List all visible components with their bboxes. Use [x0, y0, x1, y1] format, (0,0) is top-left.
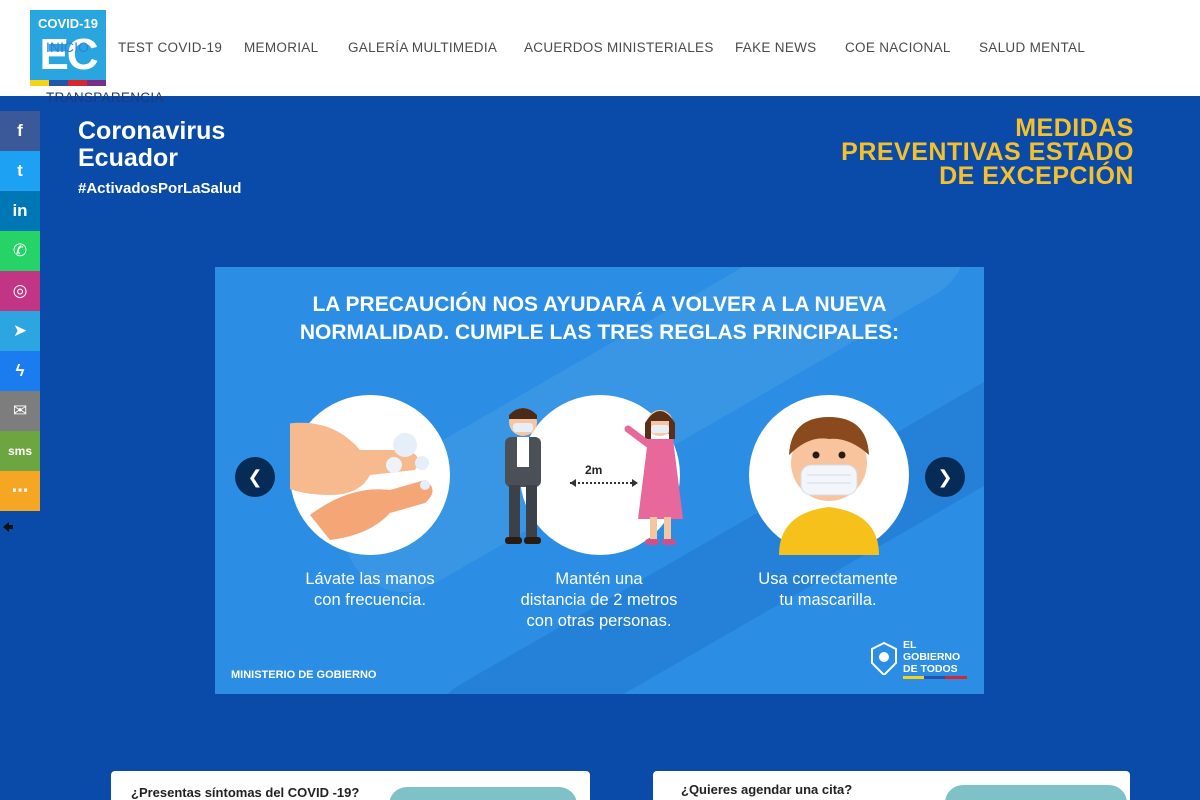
facebook-share-button[interactable]: f — [0, 111, 40, 151]
gov-line-3: DE TODOS — [903, 663, 958, 675]
nav-acuerdos-ministeriales[interactable]: ACUERDOS MINISTERIALES — [524, 40, 714, 55]
twitter-share-button[interactable]: t — [0, 151, 40, 191]
caption-mask: Usa correctamente tu mascarilla. — [718, 569, 938, 611]
logo-stripe-red — [68, 80, 87, 86]
ministry-label: MINISTERIO DE GOBIERNO — [231, 669, 377, 681]
more-share-button[interactable]: ⋯ — [0, 471, 40, 511]
whatsapp-icon: ✆ — [12, 241, 28, 260]
symptoms-question: ¿Presentas síntomas del COVID -19? — [131, 785, 360, 800]
telegram-share-button[interactable]: ➤ — [0, 311, 40, 351]
caption-distance: Mantén una distancia de 2 metros con otr… — [489, 569, 709, 632]
share-icon: ⋯ — [11, 481, 29, 500]
caption-line: con otras personas. — [526, 612, 672, 630]
email-icon: ✉ — [12, 401, 28, 420]
logo-top-text: COVID-19 — [38, 16, 98, 31]
brand-line-ecuador: Ecuador — [78, 144, 179, 172]
slide-title-line-2: NORMALIDAD. CUMPLE LAS TRES REGLAS PRINC… — [299, 321, 900, 344]
logo-stripe-blue — [49, 80, 68, 86]
mask-illustration — [749, 395, 909, 555]
caption-line: Mantén una — [555, 570, 643, 588]
hands-icon — [280, 422, 433, 540]
linkedin-share-button[interactable]: in — [0, 191, 40, 231]
measures-heading[interactable]: MEDIDAS PREVENTIVAS ESTADO DE EXCEPCIÓN — [841, 114, 1134, 190]
carousel-slide: LA PRECAUCIÓN NOS AYUDARÁ A VOLVER A LA … — [215, 267, 984, 694]
handwash-illustration — [280, 395, 450, 555]
appointment-card: ¿Quieres agendar una cita? — [653, 771, 1130, 800]
caption-line: tu mascarilla. — [779, 591, 877, 609]
caption-handwash: Lávate las manos con frecuencia. — [260, 569, 480, 611]
man-figure-icon — [505, 408, 541, 544]
caption-line: con frecuencia. — [314, 591, 426, 609]
hide-sidebar-icon[interactable] — [2, 521, 14, 535]
site-header: COVID-19 EC INICIO TEST COVID-19 MEMORIA… — [0, 0, 1200, 96]
chevron-left-icon: ❮ — [247, 466, 263, 487]
woman-figure-icon — [624, 410, 683, 545]
nav-transparencia[interactable]: TRANSPARENCIA — [46, 90, 164, 105]
distance-label: 2m — [585, 463, 603, 477]
nav-salud-mental[interactable]: SALUD MENTAL — [979, 40, 1085, 55]
caption-line: distancia de 2 metros — [520, 591, 678, 609]
appointment-question: ¿Quieres agendar una cita? — [681, 782, 853, 797]
whatsapp-share-button[interactable]: ✆ — [0, 231, 40, 271]
brand-hashtag: #ActivadosPorLaSalud — [78, 180, 242, 197]
gov-line-1: EL — [903, 639, 917, 651]
symptoms-button[interactable] — [389, 787, 577, 800]
caption-line: Usa correctamente — [758, 570, 898, 588]
hero-brand: Coronavirus Ecuador #ActivadosPorLaSalud — [78, 117, 242, 198]
logo-stripe-yellow — [30, 80, 49, 86]
gov-color-stripe — [903, 676, 967, 679]
linkedin-icon: in — [12, 201, 28, 220]
measures-line-1: MEDIDAS — [1015, 114, 1134, 142]
mask-boy-icon — [779, 417, 879, 555]
social-share-bar: f t in ✆ ◎ ➤ ϟ ✉ sms ⋯ — [0, 111, 40, 511]
appointment-button[interactable] — [945, 785, 1127, 800]
instagram-icon: ◎ — [12, 281, 28, 300]
chevron-right-icon: ❯ — [937, 466, 953, 487]
measures-line-3: DE EXCEPCIÓN — [939, 162, 1134, 190]
symptoms-card: ¿Presentas síntomas del COVID -19? — [111, 771, 590, 800]
sms-share-button[interactable]: sms — [0, 431, 40, 471]
measures-line-2: PREVENTIVAS ESTADO — [841, 138, 1134, 166]
caption-line: Lávate las manos — [305, 570, 435, 588]
brand-line-coronavirus: Coronavirus — [78, 117, 226, 145]
instagram-share-button[interactable]: ◎ — [0, 271, 40, 311]
nav-memorial[interactable]: MEMORIAL — [244, 40, 318, 55]
messenger-share-button[interactable]: ϟ — [0, 351, 40, 391]
telegram-icon: ➤ — [12, 321, 28, 340]
slide-title-line-1: LA PRECAUCIÓN NOS AYUDARÁ A VOLVER A LA … — [312, 293, 887, 316]
twitter-icon: t — [17, 161, 23, 180]
slide-title: LA PRECAUCIÓN NOS AYUDARÁ A VOLVER A LA … — [215, 291, 984, 347]
nav-fake-news[interactable]: FAKE NEWS — [735, 40, 816, 55]
nav-coe-nacional[interactable]: COE NACIONAL — [845, 40, 951, 55]
carousel-next-button[interactable]: ❯ — [925, 457, 965, 497]
gov-line-2: GOBIERNO — [903, 651, 961, 663]
ecuador-seal-icon — [871, 641, 897, 675]
carousel-prev-button[interactable]: ❮ — [235, 457, 275, 497]
messenger-icon: ϟ — [15, 361, 25, 380]
sms-icon: sms — [7, 444, 33, 458]
nav-inicio[interactable]: INICIO — [46, 40, 89, 55]
email-share-button[interactable]: ✉ — [0, 391, 40, 431]
facebook-icon: f — [17, 121, 23, 140]
gobierno-de-todos-logo: EL GOBIERNO DE TODOS — [869, 639, 969, 679]
nav-test-covid[interactable]: TEST COVID-19 — [118, 40, 222, 55]
nav-galeria-multimedia[interactable]: GALERÍA MULTIMEDIA — [348, 40, 497, 55]
logo-main-text: EC — [39, 30, 98, 79]
logo-stripe-purple — [87, 80, 106, 86]
